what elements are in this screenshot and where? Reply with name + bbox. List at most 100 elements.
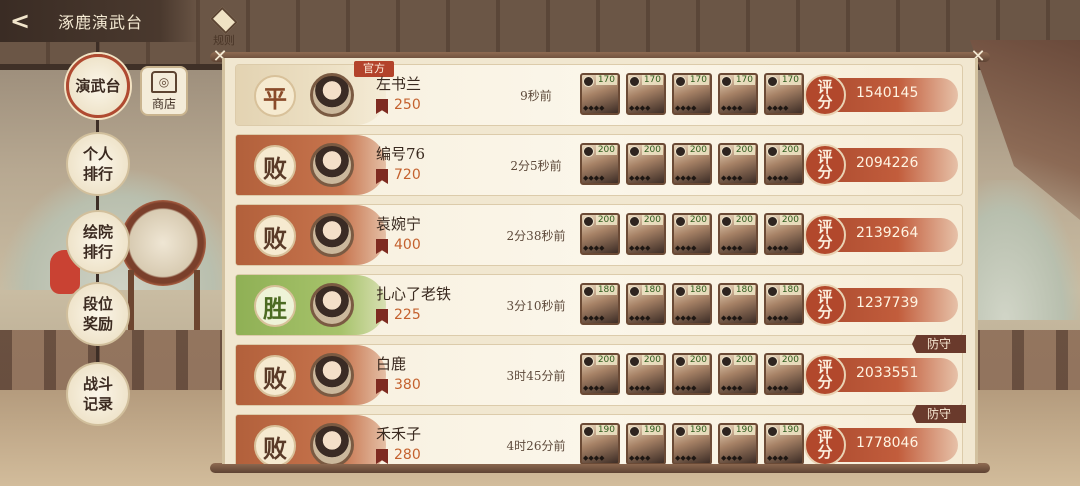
back-button[interactable]: < xyxy=(0,0,40,42)
hero-level: 200 xyxy=(733,355,755,365)
opponent-avatar[interactable] xyxy=(310,213,354,257)
hero-card[interactable]: 200 ◆◆◆◆ xyxy=(672,213,712,255)
hero-card[interactable]: 200 ◆◆◆◆ xyxy=(626,353,666,395)
opponent-avatar[interactable] xyxy=(310,283,354,327)
hero-level: 180 xyxy=(779,285,801,295)
element-icon xyxy=(767,356,778,367)
battle-record-row[interactable]: 败 袁婉宁 400 2分38秒前 200 ◆◆◆◆ 200 ◆◆◆◆ 200 ◆◆◆◆… xyxy=(235,204,963,266)
opponent-name: 禾禾子 xyxy=(376,425,422,443)
rating-label: 分 xyxy=(817,93,833,111)
nav-label: 个人 xyxy=(82,145,113,163)
battle-record-row[interactable]: 败 禾禾子 280 4时26分前 190 ◆◆◆◆ 190 ◆◆◆◆ 190 ◆◆◆◆… xyxy=(235,405,966,464)
hero-card[interactable]: 180 ◆◆◆◆ xyxy=(718,283,758,325)
element-icon xyxy=(675,146,686,157)
element-icon xyxy=(629,286,640,297)
hero-card[interactable]: 170 ◆◆◆◆ xyxy=(764,73,804,115)
score-banner-icon xyxy=(376,239,388,254)
opponent-avatar[interactable] xyxy=(310,423,354,464)
opponent-avatar[interactable] xyxy=(310,143,354,187)
hero-level: 190 xyxy=(595,425,617,435)
rules-button[interactable]: 规则 xyxy=(204,6,244,48)
battle-time: 3时45分前 xyxy=(506,369,566,383)
result-badge: 败 xyxy=(254,355,296,397)
hero-card[interactable]: 180 ◆◆◆◆ xyxy=(672,283,712,325)
rules-scroll-icon xyxy=(210,6,238,35)
rating-value: 1237739 xyxy=(856,295,919,311)
rating-box: 评分 1778046 xyxy=(804,424,958,464)
rating-value: 2139264 xyxy=(856,225,919,241)
nav-rank-rewards[interactable]: 段位 奖励 xyxy=(66,282,130,346)
hero-card[interactable]: 200 ◆◆◆◆ xyxy=(626,213,666,255)
hero-card[interactable]: 200 ◆◆◆◆ xyxy=(626,143,666,185)
score-change: 280 xyxy=(394,447,421,463)
hero-stars: ◆◆◆◆ xyxy=(675,104,697,112)
hero-card[interactable]: 170 ◆◆◆◆ xyxy=(626,73,666,115)
hero-card[interactable]: 170 ◆◆◆◆ xyxy=(718,73,758,115)
hero-level: 170 xyxy=(595,75,617,85)
hero-card[interactable]: 170 ◆◆◆◆ xyxy=(672,73,712,115)
rating-box: 评分 2033551 xyxy=(804,354,958,396)
hero-level: 200 xyxy=(595,145,617,155)
nav-battle-records[interactable]: 战斗 记录 xyxy=(66,362,130,426)
nav-label: 战斗 xyxy=(82,375,113,393)
hero-card[interactable]: 200 ◆◆◆◆ xyxy=(580,353,620,395)
rating-box: 评分 2094226 xyxy=(804,144,958,186)
hero-level: 200 xyxy=(779,145,801,155)
hero-card[interactable]: 200 ◆◆◆◆ xyxy=(580,213,620,255)
battle-record-row[interactable]: 败 白鹿 380 3时45分前 200 ◆◆◆◆ 200 ◆◆◆◆ 200 ◆◆◆◆ … xyxy=(235,335,966,406)
result-badge: 败 xyxy=(254,215,296,257)
hero-card[interactable]: 190 ◆◆◆◆ xyxy=(626,423,666,464)
hero-card[interactable]: 170 ◆◆◆◆ xyxy=(580,73,620,115)
hero-stars: ◆◆◆◆ xyxy=(767,174,789,182)
hero-card[interactable]: 200 ◆◆◆◆ xyxy=(718,353,758,395)
battle-record-row[interactable]: 平 官方 左书兰 250 9秒前 170 ◆◆◆◆ 170 ◆◆◆◆ 170 ◆◆◆◆… xyxy=(235,61,963,126)
hero-level: 180 xyxy=(733,285,755,295)
hero-card[interactable]: 200 ◆◆◆◆ xyxy=(672,143,712,185)
hero-card[interactable]: 190 ◆◆◆◆ xyxy=(718,423,758,464)
hero-level: 200 xyxy=(687,355,709,365)
result-badge: 平 xyxy=(254,75,296,117)
battle-record-row[interactable]: 败 编号76 720 2分5秒前 200 ◆◆◆◆ 200 ◆◆◆◆ 200 ◆◆◆◆… xyxy=(235,134,963,196)
nav-arena[interactable]: 演武台 xyxy=(66,54,130,118)
rating-label: 分 xyxy=(817,443,833,461)
hero-card[interactable]: 200 ◆◆◆◆ xyxy=(764,143,804,185)
opponent-name: 袁婉宁 xyxy=(376,215,422,233)
battle-record-list[interactable]: 平 官方 左书兰 250 9秒前 170 ◆◆◆◆ 170 ◆◆◆◆ 170 ◆◆◆◆… xyxy=(222,58,978,464)
hero-card[interactable]: 180 ◆◆◆◆ xyxy=(580,283,620,325)
hero-card[interactable]: 190 ◆◆◆◆ xyxy=(764,423,804,464)
rating-value: 1540145 xyxy=(856,85,919,101)
element-icon xyxy=(629,426,640,437)
hero-level: 200 xyxy=(779,355,801,365)
hero-level: 200 xyxy=(687,215,709,225)
hero-stars: ◆◆◆◆ xyxy=(675,384,697,392)
element-icon xyxy=(721,356,732,367)
hero-stars: ◆◆◆◆ xyxy=(721,174,743,182)
hero-card[interactable]: 190 ◆◆◆◆ xyxy=(672,423,712,464)
battle-record-row[interactable]: 胜 扎心了老铁 225 3分10秒前 180 ◆◆◆◆ 180 ◆◆◆◆ 180 ◆◆… xyxy=(235,274,963,336)
hero-stars: ◆◆◆◆ xyxy=(629,314,651,322)
shop-button[interactable]: ◎ 商店 xyxy=(140,66,188,116)
hero-card[interactable]: 200 ◆◆◆◆ xyxy=(580,143,620,185)
rating-seal: 评分 xyxy=(804,144,846,186)
score-change: 380 xyxy=(394,377,421,393)
hero-card[interactable]: 200 ◆◆◆◆ xyxy=(718,213,758,255)
hero-card[interactable]: 200 ◆◆◆◆ xyxy=(764,353,804,395)
hero-card[interactable]: 200 ◆◆◆◆ xyxy=(718,143,758,185)
hero-level: 180 xyxy=(687,285,709,295)
hero-level: 180 xyxy=(595,285,617,295)
hero-card[interactable]: 200 ◆◆◆◆ xyxy=(764,213,804,255)
rating-seal: 评分 xyxy=(804,214,846,256)
opponent-avatar[interactable] xyxy=(310,73,354,117)
nav-academy-ranking[interactable]: 绘院 排行 xyxy=(66,210,130,274)
hero-stars: ◆◆◆◆ xyxy=(629,384,651,392)
score-banner-icon xyxy=(376,379,388,394)
hero-card[interactable]: 180 ◆◆◆◆ xyxy=(764,283,804,325)
hero-card[interactable]: 190 ◆◆◆◆ xyxy=(580,423,620,464)
hero-card[interactable]: 180 ◆◆◆◆ xyxy=(626,283,666,325)
hero-lineup: 200 ◆◆◆◆ 200 ◆◆◆◆ 200 ◆◆◆◆ 200 ◆◆◆◆ 200 ◆◆◆◆ xyxy=(580,143,804,185)
opponent-avatar[interactable] xyxy=(310,353,354,397)
score-change: 400 xyxy=(394,237,421,253)
hero-card[interactable]: 200 ◆◆◆◆ xyxy=(672,353,712,395)
nav-personal-ranking[interactable]: 个人 排行 xyxy=(66,132,130,196)
hero-lineup: 180 ◆◆◆◆ 180 ◆◆◆◆ 180 ◆◆◆◆ 180 ◆◆◆◆ 180 ◆◆◆◆ xyxy=(580,283,804,325)
